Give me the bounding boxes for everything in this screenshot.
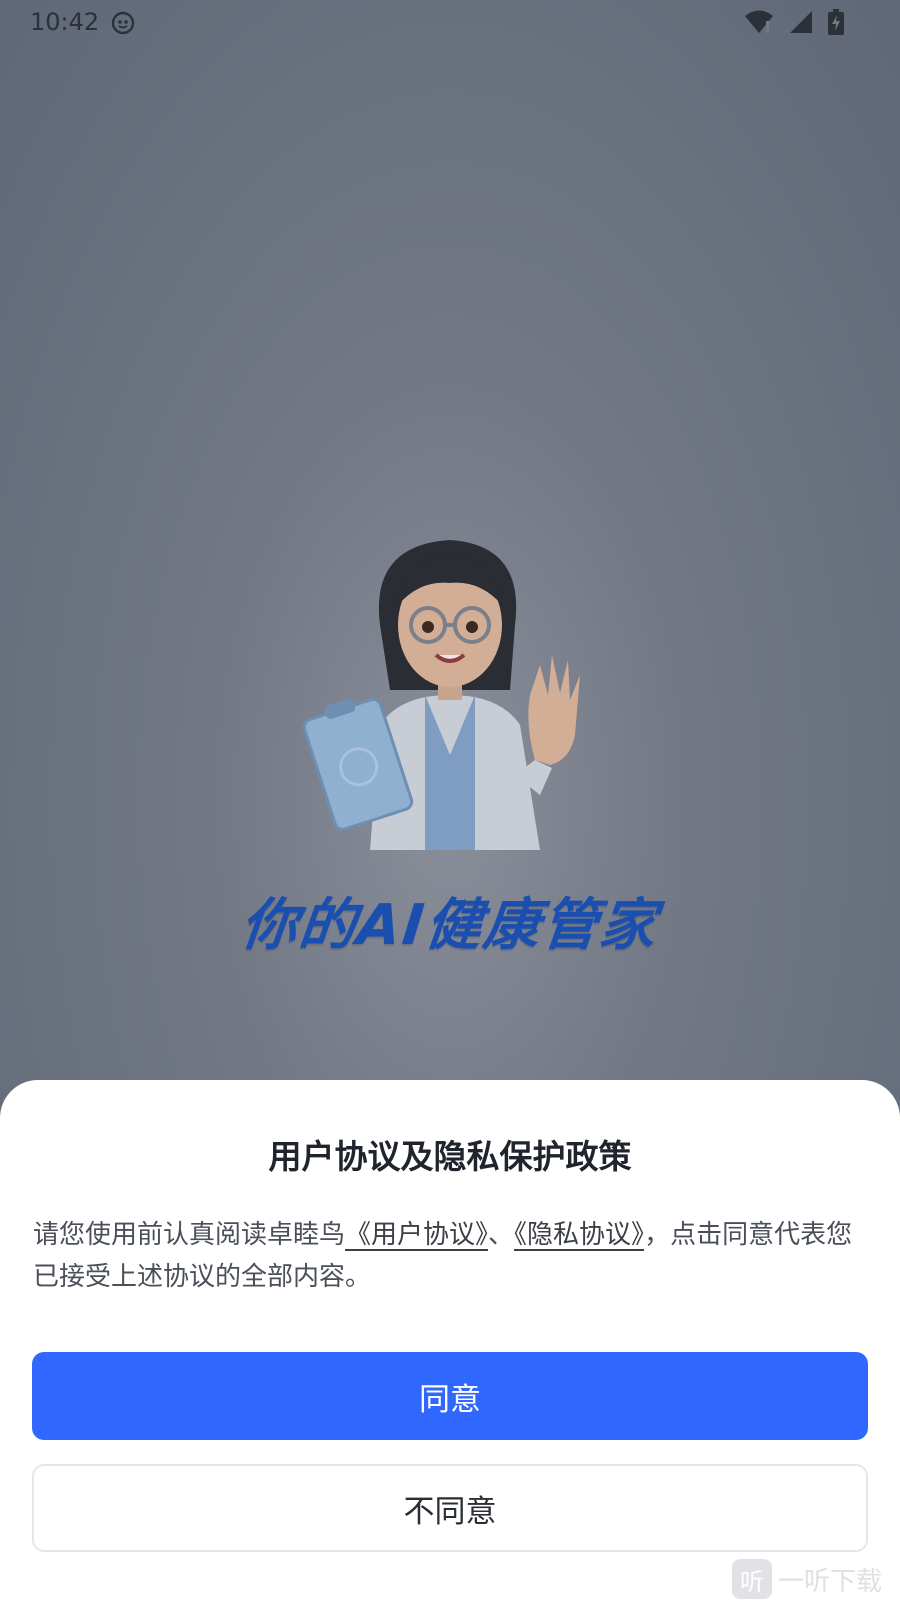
slogan-text: 你的AI健康管家 [237, 893, 661, 958]
cellular-signal-icon [790, 11, 812, 33]
status-bar: 10:42 [0, 0, 900, 48]
status-icons [744, 9, 844, 35]
user-agreement-link[interactable]: 《用户协议》 [345, 1220, 488, 1250]
app-notification-icon [111, 11, 135, 35]
battery-charging-icon [828, 9, 844, 35]
consent-prefix: 请您使用前认真阅读卓睦鸟 [33, 1220, 346, 1250]
watermark-text: 一听下载 [778, 1566, 883, 1597]
watermark-logo-icon: 听 [732, 1559, 772, 1599]
privacy-agreement-link[interactable]: 《隐私协议》 [514, 1220, 644, 1250]
sheet-title: 用户协议及隐私保护政策 [268, 1137, 632, 1176]
wifi-icon [745, 10, 773, 33]
doctor-mascot-illustration [302, 540, 580, 850]
consent-separator: 、 [488, 1220, 515, 1250]
disagree-button[interactable]: 不同意 [32, 1464, 868, 1552]
status-time: 10:42 [30, 8, 100, 36]
privacy-consent-sheet: 用户协议及隐私保护政策 请您使用前认真阅读卓睦鸟《用户协议》、《隐私协议》，点击… [0, 1080, 900, 1600]
consent-message: 请您使用前认真阅读卓睦鸟《用户协议》、《隐私协议》，点击同意代表您已接受上述协议… [33, 1214, 863, 1298]
agree-button[interactable]: 同意 [32, 1352, 868, 1440]
watermark: 听 一听下载 [732, 1558, 900, 1600]
